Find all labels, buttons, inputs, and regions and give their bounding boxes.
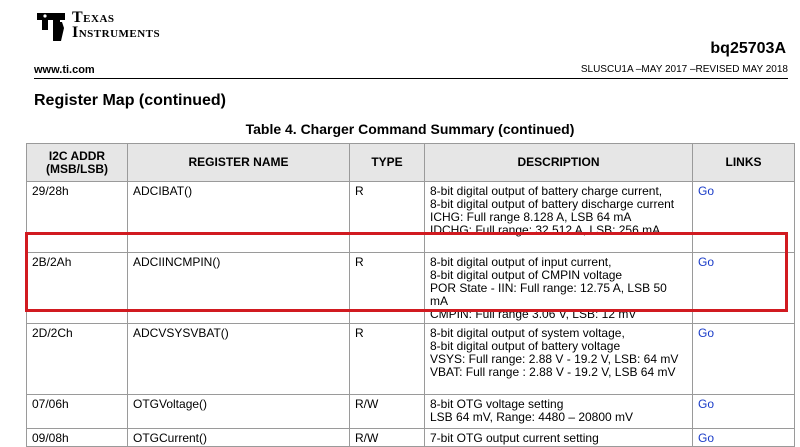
col-header-name: REGISTER NAME — [127, 143, 350, 182]
cell-link: Go — [692, 323, 795, 395]
cell-type: R — [349, 181, 425, 253]
cell-link: Go — [692, 181, 795, 253]
header-rule — [34, 78, 788, 79]
table-row: 29/28h ADCIBAT() R 8-bit digital output … — [26, 181, 795, 253]
go-link[interactable]: Go — [698, 326, 714, 340]
desc-line: VBAT: Full range : 2.88 V - 19.2 V, LSB … — [430, 365, 676, 379]
go-link[interactable]: Go — [698, 184, 714, 198]
cell-description: 8-bit digital output of system voltage, … — [424, 323, 693, 395]
cell-link: Go — [692, 252, 795, 324]
cell-description: 8-bit digital output of input current, 8… — [424, 252, 693, 324]
col-header-links: LINKS — [692, 143, 795, 182]
doc-id: SLUSCU1A –MAY 2017 –REVISED MAY 2018 — [580, 64, 788, 75]
table-row: 07/06h OTGVoltage() R/W 8-bit OTG voltag… — [26, 394, 795, 429]
part-number: bq25703A — [710, 40, 786, 57]
cell-type: R — [349, 323, 425, 395]
cell-addr: 29/28h — [26, 181, 128, 253]
cell-description: 8-bit OTG voltage setting LSB 64 mV, Ran… — [424, 394, 693, 429]
table-row: 2D/2Ch ADCVSYSVBAT() R 8-bit digital out… — [26, 323, 795, 395]
ti-logo: Texas Instruments — [34, 10, 160, 44]
desc-line: IDCHG: Full range: 32.512 A, LSB: 256 mA — [430, 223, 661, 237]
desc-line: CMPIN: Full range 3.06 V, LSB: 12 mV — [430, 307, 637, 321]
cell-addr: 2D/2Ch — [26, 323, 128, 395]
table-caption: Table 4. Charger Command Summary (contin… — [245, 121, 575, 137]
cell-addr: 09/08h — [26, 428, 128, 447]
desc-line: LSB 64 mV, Range: 4480 – 20800 mV — [430, 410, 634, 424]
cell-link: Go — [692, 428, 795, 447]
desc-line: POR State - IIN: Full range: 12.75 A, LS… — [430, 281, 667, 295]
go-link[interactable]: Go — [698, 397, 714, 411]
charger-command-table: I2C ADDR (MSB/LSB) REGISTER NAME TYPE DE… — [26, 143, 795, 447]
go-link[interactable]: Go — [698, 431, 714, 445]
site-url[interactable]: www.ti.com — [34, 64, 95, 76]
cell-register-name: ADCVSYSVBAT() — [127, 323, 350, 395]
cell-type: R/W — [349, 428, 425, 447]
go-link[interactable]: Go — [698, 255, 714, 269]
col-header-type: TYPE — [349, 143, 425, 182]
ti-wordmark: Texas Instruments — [72, 9, 161, 41]
cell-register-name: OTGCurrent() — [127, 428, 350, 447]
cell-description: 8-bit digital output of battery charge c… — [424, 181, 693, 253]
cell-addr: 2B/2Ah — [26, 252, 128, 324]
ti-logo-icon — [37, 13, 65, 41]
cell-addr: 07/06h — [26, 394, 128, 429]
cell-type: R — [349, 252, 425, 324]
cell-link: Go — [692, 394, 795, 429]
cell-type: R/W — [349, 394, 425, 429]
cell-register-name: OTGVoltage() — [127, 394, 350, 429]
cell-description: 7-bit OTG output current setting — [424, 428, 693, 447]
cell-register-name: ADCIINCMPIN() — [127, 252, 350, 324]
col-header-desc: DESCRIPTION — [424, 143, 693, 182]
brand-line-2: Instruments — [72, 24, 161, 41]
section-title: Register Map (continued) — [34, 92, 227, 109]
brand-line-1: Texas — [72, 9, 115, 26]
table-row: 2B/2Ah ADCIINCMPIN() R 8-bit digital out… — [26, 252, 795, 324]
table-header-row: I2C ADDR (MSB/LSB) REGISTER NAME TYPE DE… — [26, 143, 795, 182]
desc-line: 7-bit OTG output current setting — [430, 431, 599, 445]
cell-register-name: ADCIBAT() — [127, 181, 350, 253]
table-row: 09/08h OTGCurrent() R/W 7-bit OTG output… — [26, 428, 795, 447]
col-header-addr: I2C ADDR (MSB/LSB) — [26, 143, 128, 182]
